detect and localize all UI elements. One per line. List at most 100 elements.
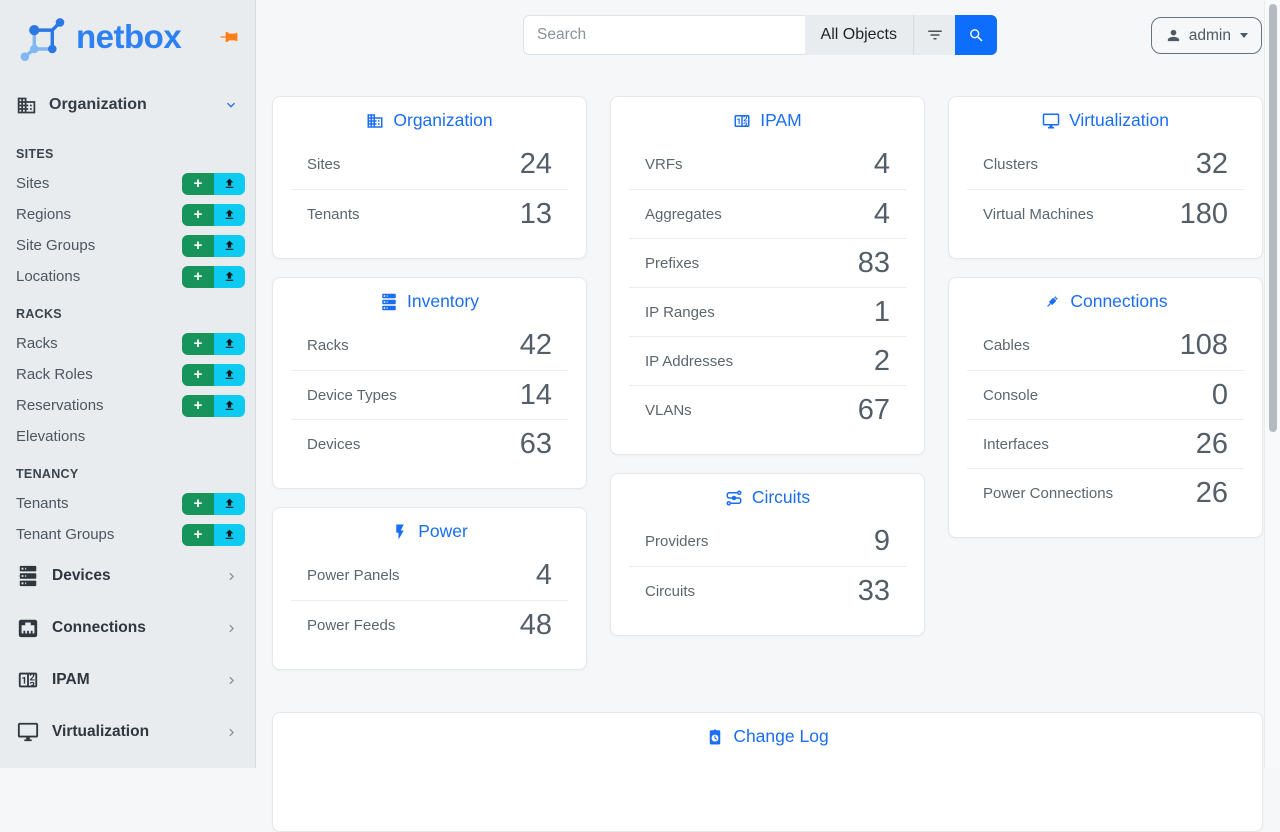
add-button[interactable]: + <box>182 235 214 257</box>
stat-row-device-types[interactable]: Device Types14 <box>291 370 568 419</box>
stat-row-aggregates[interactable]: Aggregates4 <box>629 189 906 238</box>
sidebar-item-organization[interactable]: Organization <box>0 88 255 122</box>
stat-row-cables[interactable]: Cables108 <box>967 321 1244 370</box>
card-title-virtualization[interactable]: Virtualization <box>949 97 1262 140</box>
stat-value: 26 <box>1196 430 1228 459</box>
sidebar-item-connections[interactable]: Connections <box>0 602 255 654</box>
stat-row-console[interactable]: Console0 <box>967 370 1244 419</box>
card-title-connections[interactable]: Connections <box>949 278 1262 321</box>
card-title-ipam[interactable]: IPAM <box>611 97 924 140</box>
card-body: Sites24 Tenants 13 <box>273 140 586 258</box>
search-group: All Objects <box>523 15 997 55</box>
filter-button[interactable] <box>913 15 955 55</box>
stat-row-virtual-machines[interactable]: Virtual Machines180 <box>967 189 1244 238</box>
stat-row-ip-ranges[interactable]: IP Ranges1 <box>629 287 906 336</box>
import-button[interactable] <box>214 333 245 355</box>
chevron-right-icon <box>224 621 239 636</box>
sidebar-item-label[interactable]: Rack Roles <box>16 366 182 383</box>
stat-row-vrfs[interactable]: VRFs4 <box>629 140 906 189</box>
sidebar-item-label[interactable]: Tenants <box>16 495 182 512</box>
add-button[interactable]: + <box>182 524 214 546</box>
stat-label: Virtual Machines <box>983 206 1094 223</box>
sidebar-item-label[interactable]: Elevations <box>16 428 245 445</box>
add-button[interactable]: + <box>182 364 214 386</box>
stat-row-providers[interactable]: Providers9 <box>629 517 906 566</box>
import-button[interactable] <box>214 235 245 257</box>
stat-row-power-connections[interactable]: Power Connections26 <box>967 468 1244 517</box>
sidebar-item-label[interactable]: Regions <box>16 206 182 223</box>
sidebar-item-devices[interactable]: Devices <box>0 550 255 602</box>
sidebar-item-label[interactable]: Sites <box>16 175 182 192</box>
search-input[interactable] <box>523 15 805 55</box>
card-title-organization[interactable]: Organization <box>273 97 586 140</box>
upload-icon <box>223 208 236 221</box>
plus-icon: + <box>194 238 203 253</box>
caret-down-icon <box>1240 33 1248 38</box>
stat-label: Racks <box>307 337 349 354</box>
stat-value: 2 <box>874 347 890 376</box>
user-menu-button[interactable]: admin <box>1151 17 1262 54</box>
import-button[interactable] <box>214 364 245 386</box>
search-scope-dropdown[interactable]: All Objects <box>805 15 913 55</box>
stat-row-circuits[interactable]: Circuits33 <box>629 566 906 615</box>
stat-row-interfaces[interactable]: Interfaces26 <box>967 419 1244 468</box>
sidebar-item-ipam[interactable]: IPAM <box>0 654 255 706</box>
sidebar-item-virtualization[interactable]: Virtualization <box>0 706 255 758</box>
search-button[interactable] <box>955 15 997 55</box>
stat-row-vlans[interactable]: VLANs67 <box>629 385 906 434</box>
stat-label: Tenants <box>307 206 360 223</box>
stat-row-racks[interactable]: Racks42 <box>291 321 568 370</box>
upload-icon <box>223 270 236 283</box>
stat-row-clusters[interactable]: Clusters32 <box>967 140 1244 189</box>
upload-icon <box>223 368 236 381</box>
card-title-label: Change Log <box>733 726 828 747</box>
card-title-change-log[interactable]: Change Log <box>273 713 1262 756</box>
netbox-logo-icon[interactable] <box>16 13 68 61</box>
chevron-down-icon <box>223 97 239 113</box>
add-button[interactable]: + <box>182 173 214 195</box>
import-button[interactable] <box>214 395 245 417</box>
stat-value: 4 <box>874 200 890 229</box>
card-title-circuits[interactable]: Circuits <box>611 474 924 517</box>
sidebar: netbox Organization SITESSites+Regions+S… <box>0 0 256 768</box>
add-button[interactable]: + <box>182 333 214 355</box>
add-button[interactable]: + <box>182 204 214 226</box>
page-scrollbar-track <box>1264 0 1280 768</box>
stat-row-tenants[interactable]: Tenants 13 <box>291 189 568 238</box>
add-button[interactable]: + <box>182 266 214 288</box>
brand-wordmark[interactable]: netbox <box>76 18 181 56</box>
card-title-inventory[interactable]: Inventory <box>273 278 586 321</box>
stat-row-devices[interactable]: Devices63 <box>291 419 568 468</box>
add-button[interactable]: + <box>182 395 214 417</box>
page-scrollbar-thumb[interactable] <box>1269 4 1277 432</box>
import-button[interactable] <box>214 493 245 515</box>
sidebar-item-label[interactable]: Locations <box>16 268 182 285</box>
main-content: All Objects admin OrganizationSites24Ten… <box>256 0 1280 768</box>
pin-sidebar-icon[interactable] <box>219 27 239 47</box>
stat-row-prefixes[interactable]: Prefixes83 <box>629 238 906 287</box>
stat-label: VRFs <box>645 156 683 173</box>
sidebar-group-header: TENANCY <box>16 467 239 481</box>
stat-value: 13 <box>520 200 552 229</box>
card-body: Providers9Circuits33 <box>611 517 924 635</box>
stat-row-sites[interactable]: Sites24 <box>291 140 568 189</box>
card-title-power[interactable]: Power <box>273 508 586 551</box>
sidebar-item-label[interactable]: Tenant Groups <box>16 526 182 543</box>
import-button[interactable] <box>214 204 245 226</box>
add-button[interactable]: + <box>182 493 214 515</box>
card-power: Power Power Panels4Power Feeds48 <box>272 507 587 670</box>
sidebar-item-label[interactable]: Reservations <box>16 397 182 414</box>
import-button[interactable] <box>214 524 245 546</box>
card-title-label: IPAM <box>760 110 802 131</box>
sidebar-item-label[interactable]: Site Groups <box>16 237 182 254</box>
stat-row-power-panels[interactable]: Power Panels4 <box>291 551 568 600</box>
clipboard-clock-icon <box>706 728 724 746</box>
stat-row-power-feeds[interactable]: Power Feeds48 <box>291 600 568 649</box>
import-button[interactable] <box>214 266 245 288</box>
stat-label: Providers <box>645 533 708 550</box>
stat-row-ip-addresses[interactable]: IP Addresses2 <box>629 336 906 385</box>
import-button[interactable] <box>214 173 245 195</box>
card-title-label: Power <box>418 521 468 542</box>
sidebar-item-label[interactable]: Racks <box>16 335 182 352</box>
plus-icon: + <box>194 398 203 413</box>
